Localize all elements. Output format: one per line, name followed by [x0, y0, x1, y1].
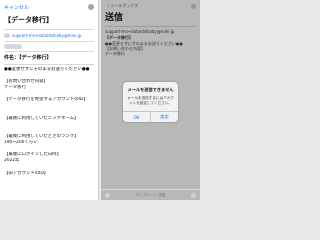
- bottom-label[interactable]: テンプレート 送信: [136, 193, 166, 198]
- body-line: ●●変更せずにそのままお送りください●●: [4, 67, 90, 72]
- body-line: 【旧アカウントのID】: [4, 170, 49, 176]
- alert-title: メールを送信できません: [127, 87, 174, 92]
- cc-field-row[interactable]: [0, 44, 98, 49]
- left-compose-screen: キャンセル 【データ移行】 support-ms+dataidshiaby@mi…: [0, 0, 99, 200]
- divider: [4, 51, 94, 52]
- subject-field[interactable]: 件名：【データ移行】: [0, 54, 98, 62]
- right-compose-screen: 〈 メールボックス 送信 support-ms+dataidshiaby@mie…: [101, 0, 200, 200]
- to-field-row[interactable]: support-ms+dataidshiaby@miei.jp: [0, 32, 98, 39]
- divider: [4, 41, 94, 42]
- alert-buttons: OK 設定: [123, 111, 178, 122]
- left-top-bar: キャンセル: [0, 0, 98, 14]
- send-icon[interactable]: [88, 4, 94, 10]
- settings-button[interactable]: 設定: [150, 112, 178, 122]
- cc-pill: [4, 44, 22, 49]
- cancel-button[interactable]: キャンセル: [4, 4, 29, 11]
- ok-button[interactable]: OK: [123, 112, 150, 122]
- message-body[interactable]: ●●変更せずにそのままお送りください●● 【お問い合わせ内容】 データ移行 【データ移…: [0, 67, 98, 177]
- to-label-pill: [4, 33, 10, 38]
- compose-icon[interactable]: [105, 192, 110, 198]
- send-icon[interactable]: [190, 192, 196, 198]
- divider: [4, 29, 94, 30]
- to-address[interactable]: support-ms+dataidshiaby@miei.jp: [12, 32, 81, 39]
- bottom-bar: テンプレート 送信: [101, 189, 200, 200]
- alert-dialog: メールを送信できません メールを送信するにはアカウントを設定してください。 OK…: [123, 82, 178, 122]
- divider: [4, 64, 94, 65]
- body-line: 【データ移行を希望するアカウントのID】: [4, 97, 88, 103]
- alert-message: メールを送信するにはアカウントを設定してください。: [127, 96, 174, 105]
- compose-title: 【データ移行】: [4, 16, 53, 24]
